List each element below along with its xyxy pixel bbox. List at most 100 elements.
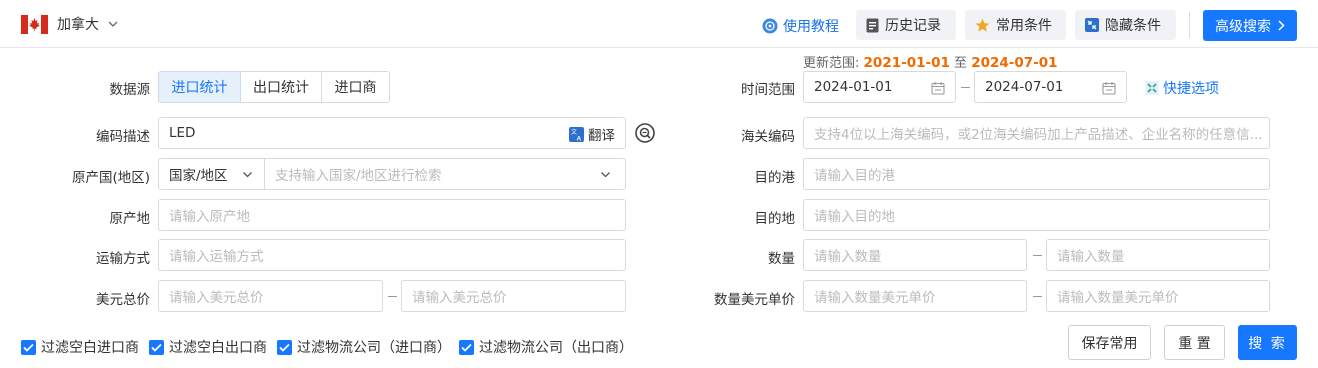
top-bar: 加拿大 使用教程 历史记录 常用条件 隐藏条件 高级搜索 — [0, 0, 1318, 48]
usd-total-max-placeholder: 请输入美元总价 — [412, 290, 507, 306]
usd-total-min-placeholder: 请输入美元总价 — [169, 290, 264, 306]
datasource-export-stats[interactable]: 出口统计 — [240, 71, 322, 103]
quick-options-icon — [1145, 81, 1159, 95]
quick-options-label: 快捷选项 — [1163, 81, 1219, 97]
range-dash — [1033, 296, 1042, 297]
advanced-search-button[interactable]: 高级搜索 — [1203, 10, 1297, 41]
filter-label: 过滤物流公司（出口商） — [479, 340, 633, 356]
datasource-segmented: 进口统计 出口统计 进口商 — [158, 71, 390, 103]
filter-blank-exporter[interactable]: 过滤空白出口商 — [149, 337, 267, 357]
usd-total-min-input[interactable]: 请输入美元总价 — [158, 280, 383, 312]
help-label: 使用教程 — [783, 19, 839, 35]
unit-price-max-placeholder: 请输入数量美元单价 — [1057, 290, 1179, 306]
code-desc-input[interactable]: LED 文A 翻译 — [158, 117, 626, 149]
chevron-right-icon — [1278, 20, 1285, 31]
unit-price-min-placeholder: 请输入数量美元单价 — [814, 290, 936, 306]
checkbox-checked-icon[interactable] — [277, 339, 292, 355]
code-desc-value: LED — [169, 125, 196, 141]
reset-button[interactable]: 重 置 — [1164, 325, 1225, 360]
filter-logistics-exporter[interactable]: 过滤物流公司（出口商） — [459, 337, 633, 357]
origin-country-label: 原产国(地区) — [71, 170, 150, 186]
star-icon — [975, 18, 990, 32]
range-end: 2024-07-01 — [971, 55, 1058, 71]
translate-button[interactable]: 文A 翻译 — [569, 124, 615, 144]
quantity-min-input[interactable]: 请输入数量 — [803, 239, 1027, 271]
filter-logistics-importer[interactable]: 过滤物流公司（进口商） — [277, 337, 451, 357]
dest-label: 目的地 — [754, 211, 796, 227]
calendar-icon — [931, 82, 945, 95]
origin-place-label: 原产地 — [109, 211, 151, 227]
history-doc-icon — [866, 18, 879, 32]
advanced-label: 高级搜索 — [1215, 18, 1271, 35]
unit-price-label: 数量美元单价 — [714, 292, 795, 308]
update-range-note: 更新范围: 2021-01-01 至 2024-07-01 — [803, 52, 1058, 71]
filter-label: 过滤物流公司（进口商） — [297, 340, 451, 356]
hide-conditions-button[interactable]: 隐藏条件 — [1075, 10, 1176, 40]
code-search-icon[interactable] — [635, 123, 655, 143]
datasource-import-stats[interactable]: 进口统计 — [158, 71, 241, 103]
quick-options-link[interactable]: 快捷选项 — [1145, 78, 1219, 98]
time-range-label: 时间范围 — [741, 82, 795, 98]
origin-type-select[interactable]: 国家/地区 — [158, 158, 265, 190]
canada-flag-icon — [21, 15, 48, 34]
common-label: 常用条件 — [996, 18, 1052, 34]
range-sep: 至 — [954, 56, 968, 71]
origin-place-input[interactable]: 请输入原产地 — [158, 199, 626, 231]
range-dash — [388, 296, 397, 297]
save-common-button[interactable]: 保存常用 — [1068, 325, 1151, 360]
quantity-label: 数量 — [768, 251, 795, 267]
transport-placeholder: 请输入运输方式 — [169, 249, 264, 265]
translate-icon: 文A — [569, 126, 584, 142]
chevron-down-icon — [243, 172, 252, 178]
transport-input[interactable]: 请输入运输方式 — [158, 239, 626, 271]
checkbox-checked-icon[interactable] — [149, 339, 164, 355]
usd-total-max-input[interactable]: 请输入美元总价 — [401, 280, 626, 312]
country-selector[interactable]: 加拿大 — [57, 14, 99, 34]
dest-port-label: 目的港 — [754, 170, 796, 186]
origin-country-placeholder: 支持输入国家/地区进行检索 — [275, 168, 442, 184]
dest-placeholder: 请输入目的地 — [814, 209, 895, 225]
translate-label: 翻译 — [588, 128, 615, 144]
time-end-input[interactable]: 2024-07-01 — [974, 71, 1127, 103]
search-button[interactable]: 搜 索 — [1238, 325, 1297, 360]
filter-blank-importer[interactable]: 过滤空白进口商 — [21, 337, 139, 357]
quantity-min-placeholder: 请输入数量 — [814, 249, 882, 265]
code-desc-label: 编码描述 — [96, 129, 150, 145]
calendar-icon — [1102, 82, 1116, 95]
help-globe-icon — [762, 18, 778, 34]
range-prefix: 更新范围: — [803, 56, 860, 71]
datasource-label: 数据源 — [109, 82, 151, 98]
hs-code-input[interactable]: 支持4位以上海关编码，或2位海关编码加上产品描述、企业名称的任意信... — [803, 117, 1270, 149]
checkbox-checked-icon[interactable] — [21, 339, 36, 355]
checkbox-checked-icon[interactable] — [459, 339, 474, 355]
quantity-max-input[interactable]: 请输入数量 — [1046, 239, 1270, 271]
filter-label: 过滤空白出口商 — [169, 340, 267, 356]
time-start-input[interactable]: 2024-01-01 — [803, 71, 956, 103]
range-start: 2021-01-01 — [863, 55, 950, 71]
chevron-down-icon — [601, 172, 610, 178]
collapse-icon — [1085, 18, 1099, 32]
dest-input[interactable]: 请输入目的地 — [803, 199, 1270, 231]
svg-text:A: A — [577, 135, 582, 142]
quantity-max-placeholder: 请输入数量 — [1057, 249, 1125, 265]
unit-price-min-input[interactable]: 请输入数量美元单价 — [803, 280, 1027, 312]
filter-label: 过滤空白进口商 — [41, 340, 139, 356]
dest-port-input[interactable]: 请输入目的港 — [803, 158, 1270, 190]
time-end-value: 2024-07-01 — [985, 79, 1064, 95]
hs-code-placeholder: 支持4位以上海关编码，或2位海关编码加上产品描述、企业名称的任意信... — [814, 127, 1263, 143]
unit-price-max-input[interactable]: 请输入数量美元单价 — [1046, 280, 1270, 312]
history-label: 历史记录 — [885, 18, 941, 34]
hide-label: 隐藏条件 — [1105, 18, 1161, 34]
chevron-down-icon[interactable] — [108, 19, 118, 29]
origin-type-value: 国家/地区 — [169, 168, 228, 184]
transport-label: 运输方式 — [96, 251, 150, 267]
help-tutorial-link[interactable]: 使用教程 — [762, 16, 839, 36]
range-dash — [1033, 255, 1042, 256]
origin-country-select[interactable]: 支持输入国家/地区进行检索 — [264, 158, 626, 190]
history-button[interactable]: 历史记录 — [856, 10, 956, 40]
origin-place-placeholder: 请输入原产地 — [169, 209, 250, 225]
time-start-value: 2024-01-01 — [814, 79, 893, 95]
toolbar-divider — [1189, 12, 1190, 38]
common-conditions-button[interactable]: 常用条件 — [965, 10, 1066, 40]
datasource-importer[interactable]: 进口商 — [321, 71, 390, 103]
